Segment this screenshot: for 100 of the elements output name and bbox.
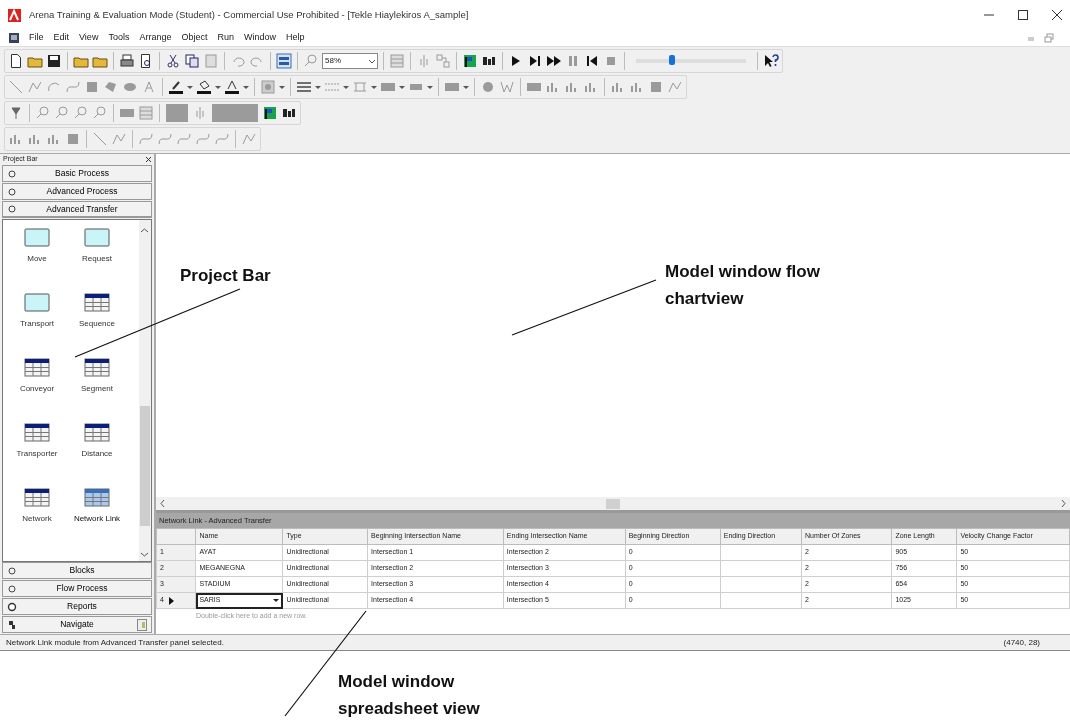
caret-icon[interactable] [215, 85, 221, 89]
module-label[interactable]: Transport [20, 318, 54, 330]
scroll-thumb[interactable] [606, 498, 620, 509]
caret-icon[interactable] [273, 599, 280, 602]
flag-icon[interactable] [462, 53, 478, 69]
curve-tool-icon[interactable] [65, 79, 81, 95]
table-cell[interactable] [720, 576, 802, 593]
module-label[interactable]: Distance [81, 448, 113, 460]
table-icon[interactable] [24, 488, 50, 507]
caret-icon[interactable] [279, 85, 285, 89]
line-tool-icon[interactable] [667, 79, 683, 95]
save-icon[interactable] [46, 53, 62, 69]
flag-icon[interactable] [262, 105, 278, 121]
close-icon[interactable] [146, 157, 151, 162]
grid-icon[interactable] [389, 53, 405, 69]
table-icon[interactable] [24, 423, 50, 442]
connect-icon[interactable] [435, 53, 451, 69]
caret-icon[interactable] [369, 59, 375, 63]
module-label[interactable]: Conveyor [19, 383, 55, 395]
table-icon[interactable] [24, 358, 50, 377]
panel-button[interactable]: Reports [2, 598, 152, 615]
globe-icon[interactable] [480, 79, 496, 95]
help-pointer-icon[interactable] [763, 53, 779, 69]
curve-tool-icon[interactable] [214, 131, 230, 147]
zoom-icon[interactable] [92, 105, 108, 121]
menu-item[interactable]: Run [212, 31, 239, 45]
zoom-icon[interactable] [303, 53, 319, 69]
module-label[interactable]: Segment [81, 383, 113, 395]
print-icon[interactable] [119, 53, 135, 69]
new-file-icon[interactable] [8, 53, 24, 69]
module-label[interactable]: Sequence [79, 318, 115, 330]
caret-icon[interactable] [243, 85, 249, 89]
zoom-icon[interactable] [54, 105, 70, 121]
menu-item[interactable]: Window [238, 31, 281, 45]
menu-item[interactable]: Object [176, 31, 213, 45]
panel-icon[interactable] [7, 565, 17, 576]
process-box-icon[interactable] [24, 228, 50, 247]
box-icon[interactable] [65, 131, 81, 147]
panel-icon[interactable] [7, 168, 17, 179]
polyline-tool-icon[interactable] [27, 79, 43, 95]
scroll-down-icon[interactable] [141, 552, 148, 557]
line-tool-icon[interactable] [111, 131, 127, 147]
panel-button[interactable]: Flow Process [2, 580, 152, 597]
horizontal-scrollbar[interactable] [156, 497, 1070, 510]
panel-icon[interactable] [7, 204, 17, 214]
polygon-tool-icon[interactable] [103, 79, 119, 95]
close-icon[interactable] [1052, 10, 1062, 20]
swatch-icon[interactable] [165, 103, 189, 123]
w-icon[interactable] [499, 79, 515, 95]
caret-icon[interactable] [427, 85, 433, 89]
caret-icon[interactable] [463, 85, 469, 89]
box-icon[interactable] [648, 79, 664, 95]
panel-button[interactable]: Advanced Process [2, 183, 152, 200]
rewind-icon[interactable] [584, 53, 600, 69]
slider-thumb[interactable] [669, 55, 676, 65]
swatch-icon[interactable] [211, 103, 259, 123]
navigate-icon[interactable] [7, 619, 17, 630]
module-label[interactable]: Network Link [73, 513, 121, 525]
process-box-icon[interactable] [24, 293, 50, 312]
scroll-right-icon[interactable] [1061, 500, 1066, 507]
line-tool-icon[interactable] [8, 79, 24, 95]
panel-button[interactable]: Advanced Transfer [2, 201, 152, 218]
text-color-icon[interactable] [224, 79, 240, 95]
scroll-up-icon[interactable] [141, 228, 148, 233]
module-label[interactable]: Transporter [16, 448, 58, 460]
line-color-icon[interactable] [168, 79, 184, 95]
cut-icon[interactable] [165, 53, 181, 69]
maximize-icon[interactable] [1018, 10, 1028, 20]
caret-icon[interactable] [315, 85, 321, 89]
table-icon[interactable] [84, 423, 110, 442]
table-icon[interactable] [84, 293, 110, 312]
menu-item[interactable]: View [74, 31, 104, 45]
vertical-scrollbar[interactable] [139, 220, 151, 561]
zoom-icon[interactable] [35, 105, 51, 121]
step-icon[interactable] [527, 53, 543, 69]
panel-icon[interactable] [7, 186, 17, 197]
line-tool-icon[interactable] [92, 131, 108, 147]
window-icon[interactable] [137, 618, 147, 631]
panel-button[interactable]: Navigate [2, 616, 152, 633]
scroll-thumb[interactable] [140, 406, 150, 526]
module-label[interactable]: Request [82, 253, 112, 265]
menu-item[interactable]: Help [281, 31, 310, 45]
line-tool-icon[interactable] [241, 131, 257, 147]
panel-icon[interactable] [7, 583, 17, 594]
layers-icon[interactable] [276, 53, 292, 69]
document-icon[interactable] [8, 32, 20, 44]
module-label[interactable]: Network [22, 513, 52, 525]
process-box-icon[interactable] [84, 228, 110, 247]
table-cell[interactable] [720, 592, 802, 609]
curve-tool-icon[interactable] [157, 131, 173, 147]
menu-item[interactable]: Edit [48, 31, 75, 45]
rectangle-tool-icon[interactable] [84, 79, 100, 95]
menu-item[interactable]: Arrange [134, 31, 177, 45]
table-cell[interactable] [720, 544, 802, 561]
menu-item[interactable]: File [24, 31, 49, 45]
caret-icon[interactable] [187, 85, 193, 89]
menu-item[interactable]: Tools [103, 31, 135, 45]
scroll-left-icon[interactable] [160, 500, 165, 507]
curve-tool-icon[interactable] [195, 131, 211, 147]
panel-button[interactable]: Blocks [2, 562, 152, 579]
